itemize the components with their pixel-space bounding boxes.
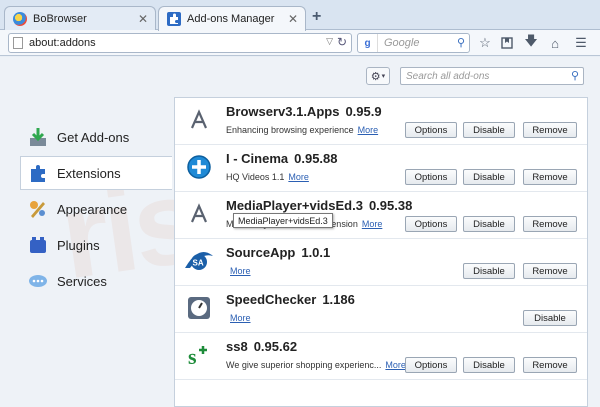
- extensions-list: Browserv3.1.Apps 0.95.9 Enhancing browsin…: [174, 97, 588, 407]
- web-search-box[interactable]: g Google ⚲: [357, 33, 470, 53]
- bobrowser-favicon-icon: [13, 12, 27, 26]
- get-addons-icon: [27, 126, 49, 148]
- search-engine-icon[interactable]: g: [358, 34, 378, 52]
- disable-button[interactable]: Disable: [463, 357, 515, 373]
- disable-button[interactable]: Disable: [463, 169, 515, 185]
- sidebar-item-appearance[interactable]: Appearance: [20, 192, 172, 226]
- puzzle-icon: [27, 162, 49, 184]
- tooltip: MediaPlayer+vidsEd.3: [233, 213, 333, 228]
- search-icon[interactable]: ⚲: [457, 36, 465, 49]
- sidebar-item-extensions[interactable]: Extensions: [20, 156, 172, 190]
- generic-addon-icon: [185, 200, 213, 228]
- extension-name: MediaPlayer+vidsEd.3 0.95.38: [226, 198, 413, 213]
- list-item[interactable]: SA SourceApp 1.0.1 More Disable Remove: [175, 239, 587, 286]
- tab-strip: BoBrowser ✕ Add-ons Manager ✕ +: [0, 0, 600, 31]
- extension-name: ss8 0.95.62: [226, 339, 298, 354]
- history-dropdown-icon[interactable]: ▽: [326, 36, 333, 47]
- sidebar-item-label: Get Add-ons: [57, 129, 130, 145]
- services-icon: [27, 270, 49, 292]
- reload-icon[interactable]: ↻: [337, 35, 347, 49]
- remove-button[interactable]: Remove: [523, 263, 577, 279]
- svg-text:SA: SA: [193, 259, 204, 268]
- disable-button[interactable]: Disable: [523, 310, 577, 326]
- appearance-icon: [27, 198, 49, 220]
- options-button[interactable]: Options: [405, 357, 457, 373]
- extension-description: More: [226, 266, 251, 276]
- menu-icon[interactable]: ☰: [572, 34, 590, 52]
- plugins-icon: [27, 234, 49, 256]
- ss8-logo-icon: s: [185, 341, 213, 369]
- more-link[interactable]: More: [358, 125, 379, 135]
- options-button[interactable]: Options: [405, 122, 457, 138]
- search-placeholder: Google: [384, 37, 420, 49]
- url-text[interactable]: about:addons: [29, 37, 96, 49]
- addons-favicon-icon: [167, 12, 181, 26]
- close-tab-icon[interactable]: ✕: [288, 12, 298, 26]
- plus-circle-icon: [185, 153, 213, 181]
- list-item[interactable]: SpeedChecker 1.186 More Disable: [175, 286, 587, 333]
- extension-name: SourceApp 1.0.1: [226, 245, 331, 260]
- more-link[interactable]: More: [385, 360, 406, 370]
- disable-button[interactable]: Disable: [463, 122, 515, 138]
- generic-addon-icon: [185, 106, 213, 134]
- remove-button[interactable]: Remove: [523, 169, 577, 185]
- sa-logo-icon: SA: [181, 247, 217, 275]
- extension-description: More: [226, 313, 251, 323]
- sidebar-item-label: Appearance: [57, 201, 128, 217]
- tab-bobrowser[interactable]: BoBrowser ✕: [4, 6, 156, 31]
- close-tab-icon[interactable]: ✕: [138, 12, 148, 26]
- home-icon[interactable]: ⌂: [546, 34, 564, 52]
- sidebar-item-get-addons[interactable]: Get Add-ons: [20, 120, 172, 154]
- more-link[interactable]: More: [288, 172, 309, 182]
- list-item[interactable]: s ss8 0.95.62 We give superior shopping e…: [175, 333, 587, 380]
- gear-icon: ⚙: [370, 70, 381, 83]
- search-icon[interactable]: ⚲: [571, 69, 579, 82]
- tab-addons-manager[interactable]: Add-ons Manager ✕: [158, 6, 306, 31]
- remove-button[interactable]: Remove: [523, 216, 577, 232]
- bookmarks-list-icon[interactable]: [498, 34, 516, 52]
- bookmark-star-icon[interactable]: ☆: [476, 34, 494, 52]
- list-item[interactable]: Browserv3.1.Apps 0.95.9 Enhancing browsin…: [175, 98, 587, 145]
- tools-gear-button[interactable]: ⚙ ▾: [366, 67, 390, 85]
- speedometer-icon: [185, 294, 213, 322]
- tab-title: Add-ons Manager: [187, 13, 275, 25]
- navigation-bar: about:addons ▽ ↻ g Google ⚲ ☆ 🡇 ⌂ ☰: [0, 30, 600, 56]
- more-link[interactable]: More: [230, 266, 251, 276]
- sidebar-item-services[interactable]: Services: [20, 264, 172, 298]
- extension-name: I - Cinema 0.95.88: [226, 151, 338, 166]
- extension-description: We give superior shopping experienc... Mo…: [226, 360, 406, 370]
- disable-button[interactable]: Disable: [463, 216, 515, 232]
- page-icon: [13, 37, 23, 49]
- more-link[interactable]: More: [362, 219, 383, 229]
- tab-title: BoBrowser: [33, 13, 87, 25]
- addon-search-input[interactable]: Search all add-ons ⚲: [400, 67, 584, 85]
- remove-button[interactable]: Remove: [523, 357, 577, 373]
- options-button[interactable]: Options: [405, 169, 457, 185]
- sidebar-item-label: Plugins: [57, 237, 100, 253]
- sidebar-item-label: Extensions: [57, 165, 121, 181]
- sidebar-item-plugins[interactable]: Plugins: [20, 228, 172, 262]
- disable-button[interactable]: Disable: [463, 263, 515, 279]
- extension-description: HQ Videos 1.1 More: [226, 172, 309, 182]
- addons-content: risk.com ⚙▾ Search all add-ons ⚲ Get Add…: [0, 57, 600, 407]
- list-item[interactable]: I - Cinema 0.95.88 HQ Videos 1.1 More Opti…: [175, 145, 587, 192]
- extension-name: SpeedChecker 1.186: [226, 292, 355, 307]
- chevron-down-icon: ▾: [381, 73, 386, 80]
- addon-search-placeholder: Search all add-ons: [406, 70, 490, 82]
- url-bar[interactable]: about:addons ▽ ↻: [8, 33, 352, 53]
- sidebar-item-label: Services: [57, 273, 107, 289]
- svg-text:s: s: [188, 344, 197, 368]
- downloads-icon[interactable]: 🡇: [522, 33, 540, 52]
- remove-button[interactable]: Remove: [523, 122, 577, 138]
- extension-name: Browserv3.1.Apps 0.95.9: [226, 104, 382, 119]
- extension-description: Enhancing browsing experience More: [226, 125, 379, 135]
- new-tab-button[interactable]: +: [312, 8, 321, 26]
- more-link[interactable]: More: [230, 313, 251, 323]
- options-button[interactable]: Options: [405, 216, 457, 232]
